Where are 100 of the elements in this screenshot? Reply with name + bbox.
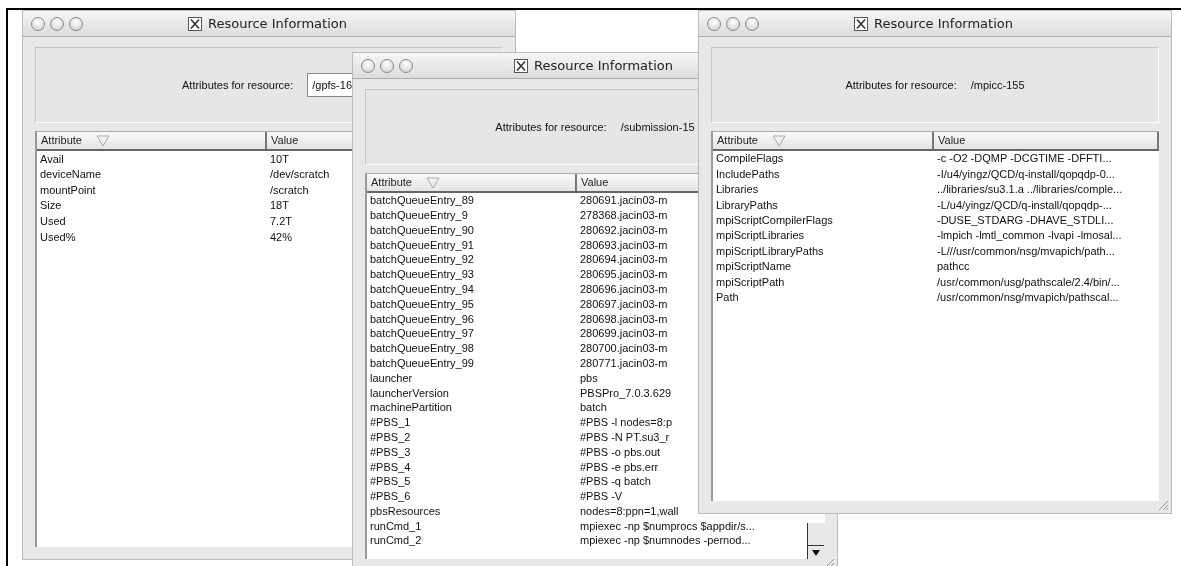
down-arrow-icon [812,549,820,556]
window-button[interactable] [50,16,64,31]
resource-label: Attributes for resource: [182,77,294,93]
table-cell-text: Libraries [715,182,760,198]
window-button[interactable] [69,16,83,31]
table-cell-text: 280693.jacin03-m [579,237,669,253]
table-cell-text: batchQueueEntry_96 [369,311,475,327]
table-cell-text: batchQueueEntry_92 [369,252,475,268]
window-button[interactable] [31,16,45,31]
window-button[interactable] [707,16,721,31]
table-cell-text: 280695.jacin03-m [579,267,669,283]
table-cell-text: mpiScriptName [715,259,793,275]
table-cell-text: Avail [39,151,65,167]
table-cell-text: 42% [269,229,294,245]
table-cell-text: mpiexec -np $numnodes -pernod... [579,533,752,549]
table-cell-text: 280691.jacin03-m [579,193,669,209]
table-cell-text: 280699.jacin03-m [579,326,669,342]
resource-label: Attributes for resource: [495,119,607,135]
table-cell-text: -L///usr/common/nsg/mvapich/path... [936,243,1116,259]
x-window-icon [854,16,868,31]
table-cell-text: launcher [369,370,414,386]
table-cell-text: /dev/scratch [269,167,331,183]
table-cell-text: -lmpich -lmtl_common -lvapi -lmosal... [936,228,1123,244]
table-cell-text: batchQueueEntry_93 [369,267,475,283]
sort-icon [425,176,440,189]
table-cell-text: #PBS_1 [369,415,412,431]
table-cell-text: batchQueueEntry_98 [369,341,475,357]
table-cell-text: #PBS -o pbs.out [579,444,662,460]
table-cell-text: #PBS -q batch [579,474,652,490]
table-cell-text: Size [39,198,63,214]
table-cell-text: /usr/common/nsg/mvapich/pathscal... [936,289,1120,305]
table-cell-text: #PBS -e pbs.err [579,459,660,475]
table-cell-text: 280700.jacin03-m [579,341,669,357]
table-cell-text: CompileFlags [715,151,785,167]
table-cell-text: Path [715,289,740,305]
table-cell-text: launcherVersion [369,385,450,401]
table-cell-text: Used% [39,229,77,245]
table-cell-text: mpiScriptPath [715,274,786,290]
table-cell-text: PBSPro_7.0.3.629 [579,385,673,401]
table-cell-text: mpiexec -np $numprocs $appdir/s... [579,518,756,534]
table-cell-text: 10T [269,151,290,167]
x-window-icon [514,58,528,73]
table-cell-text: runCmd_2 [369,533,423,549]
table-cell-text: mpiScriptLibraries [715,228,806,244]
window-button[interactable] [399,58,413,73]
table-cell-text: batchQueueEntry_94 [369,281,475,297]
table-cell-text: #PBS -N PT.su3_r [579,429,671,445]
window-title: Resource Information [874,14,1013,33]
column-header[interactable]: Value [267,132,347,149]
column-header[interactable]: Attribute [367,174,577,191]
table-cell-text: runCmd_1 [369,518,423,534]
table-cell-text: /scratch [269,182,310,198]
table-cell-text: #PBS_3 [369,444,412,460]
resize-grip-icon [1157,499,1169,511]
table-cell-text: #PBS_5 [369,474,412,490]
table-cell-text: IncludePaths [715,166,781,182]
table-cell-text: pathcc [936,259,971,275]
window-button[interactable] [726,16,740,31]
table-cell-text: mpiScriptLibraryPaths [715,243,825,259]
table-cell-text: 280692.jacin03-m [579,222,669,238]
table-cell-text: batchQueueEntry_91 [369,237,475,253]
table-cell-text: -L/u4/yingz/QCD/q-install/qopqdp-... [936,197,1113,213]
table-cell-text: #PBS_4 [369,459,412,475]
table-cell-text: batchQueueEntry_89 [369,193,475,209]
table-cell-text: batchQueueEntry_97 [369,326,475,342]
window-button[interactable] [361,58,375,73]
table-cell-text: mpiScriptCompilerFlags [715,213,834,228]
table-cell-text: #PBS -V [579,489,624,505]
table-cell-text: 280696.jacin03-m [579,281,669,297]
resource-name: /mpicc-155 [970,77,1025,93]
table-cell-text: deviceName [39,167,103,183]
resource-name: /submission-15 [620,119,695,135]
table-cell-text: batch [579,400,608,416]
table-cell-text: #PBS_6 [369,489,412,505]
table-cell-text: 18T [269,198,290,214]
table-cell-text: nodes=8:ppn=1,wall [579,503,680,519]
table-cell-text: 280697.jacin03-m [579,296,669,312]
window-button[interactable] [380,58,394,73]
sort-icon [771,134,786,147]
table-cell-text: 7.2T [269,213,293,229]
sort-icon [95,134,110,147]
window-title: Resource Information [534,56,673,75]
window-button[interactable] [745,16,759,31]
table-cell-text: batchQueueEntry_9 [369,207,469,223]
table-cell-text: #PBS_2 [369,429,412,445]
table-cell-text: -c -O2 -DQMP -DCGTIME -DFFTI... [936,151,1113,167]
column-header[interactable]: Attribute [713,132,934,149]
window-title: Resource Information [208,14,347,33]
column-header[interactable]: Value [577,174,693,191]
table-cell-text: batchQueueEntry_90 [369,222,475,238]
resource-label: Attributes for resource: [845,77,957,93]
column-header[interactable]: Value [934,132,1159,149]
table-cell-text: batchQueueEntry_95 [369,296,475,312]
table-cell-text: 278368.jacin03-m [579,207,669,223]
table-cell-text: pbs [579,370,599,386]
x-window-icon [188,16,202,31]
column-header[interactable]: Attribute [37,132,267,149]
table-cell-text: mountPoint [39,182,97,198]
table-cell-text: ../libraries/su3.1.a ../libraries/comple... [936,182,1124,198]
table-cell-text: /usr/common/usg/pathscale/2.4/bin/... [936,274,1121,290]
